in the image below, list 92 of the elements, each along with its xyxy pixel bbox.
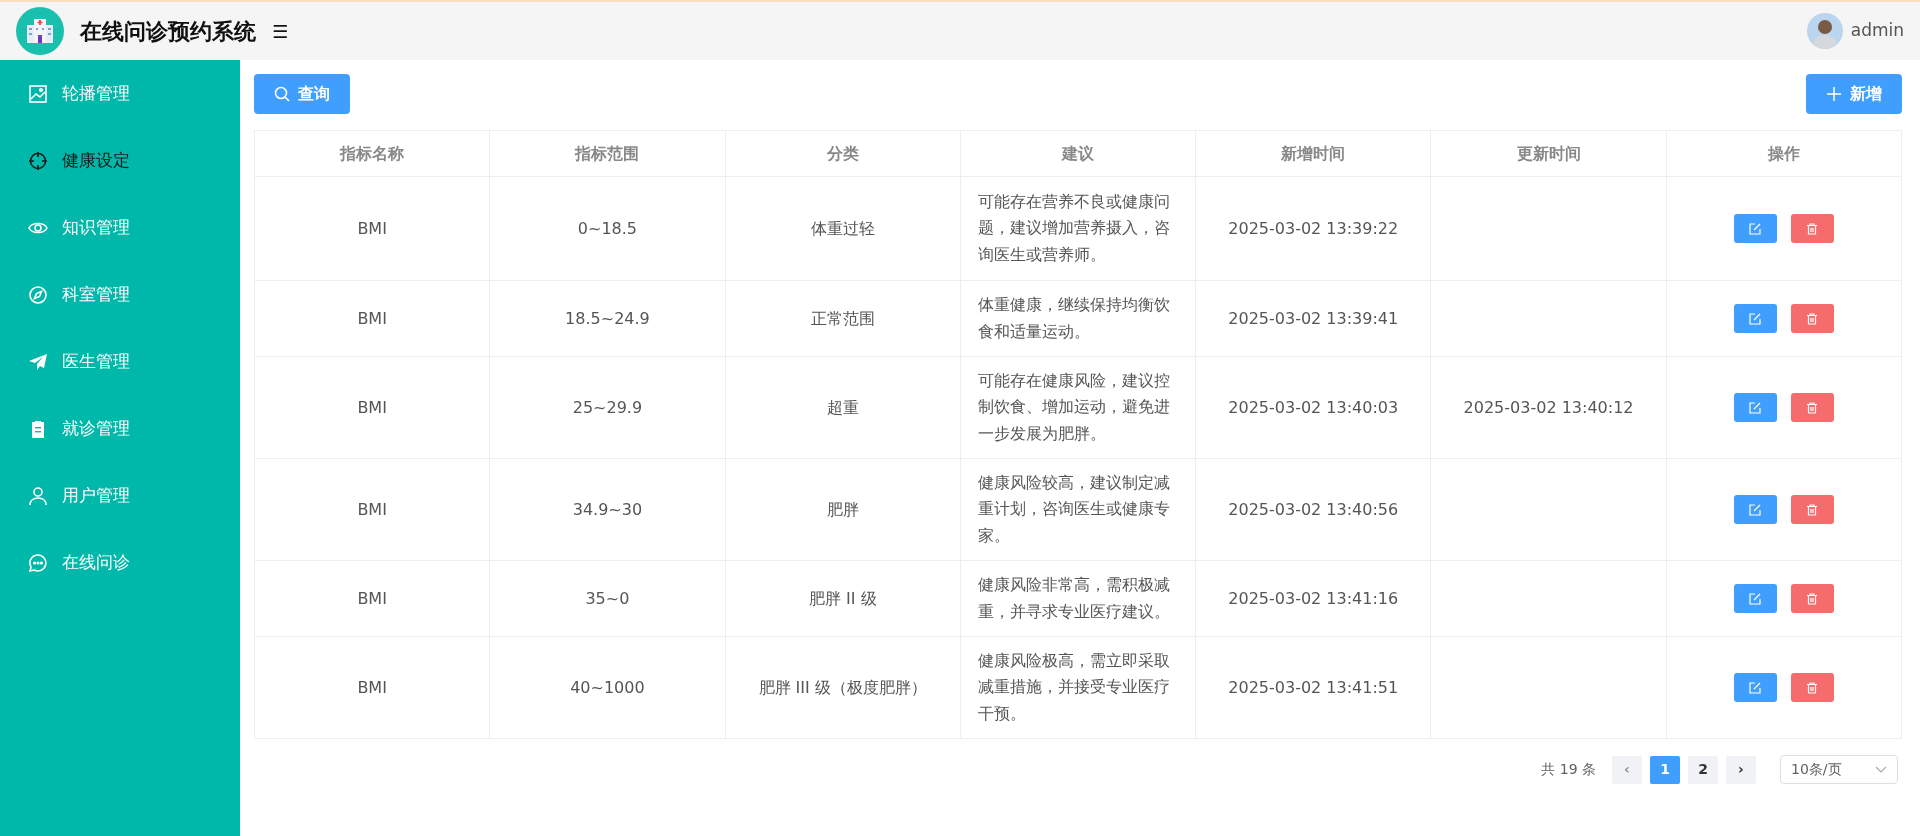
table-cell-text: 可能存在营养不良或健康问题，建议增加营养摄入，咨询医生或营养师。 (978, 190, 1171, 266)
table-cell: 2025-03-02 13:39:41 (1228, 308, 1399, 328)
table-cell: 25~29.9 (572, 397, 643, 417)
delete-button[interactable] (1790, 584, 1834, 613)
sidebar-item[interactable]: 科室管理 (0, 261, 240, 328)
table-cell: 18.5~24.9 (565, 308, 650, 328)
edit-icon (1749, 401, 1762, 414)
column-header: 操作 (1666, 130, 1902, 177)
delete-button[interactable] (1790, 495, 1834, 524)
trash-icon (1806, 222, 1819, 235)
edit-button[interactable] (1733, 584, 1777, 613)
table-cell: 40~1000 (570, 677, 645, 697)
paper-plane-icon (28, 351, 48, 372)
column-header: 指标范围 (489, 130, 726, 177)
table-cell: 35~0 (585, 588, 630, 608)
trash-icon (1806, 503, 1819, 516)
edit-icon (1749, 681, 1762, 694)
hospital-logo (16, 7, 64, 55)
delete-button[interactable] (1790, 214, 1834, 243)
table-cell: 2025-03-02 13:40:12 (1463, 397, 1634, 417)
avatar[interactable] (1806, 13, 1843, 49)
table-cell-text: 健康风险极高，需立即采取减重措施，并接受专业医疗干预。 (978, 649, 1171, 725)
table-cell: 超重 (826, 397, 859, 417)
table-cell: 2025-03-02 13:41:51 (1228, 677, 1399, 697)
trash-icon (1806, 312, 1819, 325)
sidebar-item[interactable]: 轮播管理 (0, 60, 240, 127)
trash-icon (1806, 592, 1819, 605)
delete-button[interactable] (1790, 673, 1834, 702)
add-button[interactable]: 新增 (1806, 74, 1902, 114)
table-cell: 0~18.5 (577, 218, 638, 238)
total-count: 共 19 条 (1541, 760, 1596, 779)
compass-icon (28, 284, 48, 305)
edit-icon (1749, 503, 1762, 516)
chevron-down-icon (1875, 765, 1887, 774)
table-cell: 2025-03-02 13:41:16 (1228, 588, 1399, 608)
table-cell: BMI (357, 499, 387, 519)
page-size-select[interactable]: 10条/页 (1780, 755, 1898, 784)
column-header: 分类 (725, 130, 961, 177)
search-button[interactable]: 查询 (254, 74, 350, 114)
edit-button[interactable] (1733, 304, 1777, 333)
sidebar-item[interactable]: 就诊管理 (0, 395, 240, 462)
column-header: 指标名称 (254, 130, 490, 177)
sidebar-item[interactable]: 健康设定 (0, 127, 240, 194)
trash-icon (1806, 401, 1819, 414)
edit-button[interactable] (1733, 673, 1777, 702)
table-cell-text: 体重健康，继续保持均衡饮食和适量运动。 (978, 294, 1171, 343)
table-cell: 肥胖 (826, 499, 859, 519)
page-button[interactable]: 2 (1688, 755, 1718, 784)
menu-toggle[interactable]: ☰ (272, 17, 289, 45)
table-cell: 肥胖 III 级（极度肥胖） (758, 677, 927, 697)
image-icon (28, 83, 48, 104)
edit-icon (1749, 592, 1762, 605)
page-button[interactable]: 1 (1650, 755, 1680, 784)
sidebar-item[interactable]: 医生管理 (0, 328, 240, 395)
sidebar-item[interactable]: 用户管理 (0, 462, 240, 529)
table-cell-text: 健康风险非常高，需积极减重，并寻求专业医疗建议。 (978, 574, 1171, 623)
table-cell-text: 健康风险较高，建议制定减重计划，咨询医生或健康专家。 (978, 471, 1171, 547)
edit-icon (1749, 312, 1762, 325)
app-title: 在线问诊预约系统 (80, 17, 256, 46)
column-header: 更新时间 (1430, 130, 1667, 177)
delete-button[interactable] (1790, 393, 1834, 422)
edit-button[interactable] (1733, 393, 1777, 422)
table-cell: BMI (357, 218, 387, 238)
edit-button[interactable] (1733, 495, 1777, 524)
sidebar-item[interactable]: 在线问诊 (0, 529, 240, 596)
table-cell: 肥胖 II 级 (808, 588, 877, 608)
edit-button[interactable] (1733, 214, 1777, 243)
plus-icon (1826, 86, 1842, 102)
table-cell: 正常范围 (810, 308, 875, 328)
table-cell: BMI (357, 308, 387, 328)
prev-page-button[interactable]: ‹ (1612, 755, 1642, 784)
sidebar-item[interactable]: 知识管理 (0, 194, 240, 261)
table-cell: BMI (357, 397, 387, 417)
delete-button[interactable] (1790, 304, 1834, 333)
table-cell: BMI (357, 677, 387, 697)
table-cell: BMI (357, 588, 387, 608)
table-cell-text: 可能存在健康风险，建议控制饮食、增加运动，避免进一步发展为肥胖。 (978, 369, 1171, 445)
chat-icon (28, 552, 48, 573)
user-name[interactable]: admin (1850, 18, 1904, 44)
user-icon (28, 485, 48, 506)
table-cell: 34.9~30 (572, 499, 643, 519)
column-header: 建议 (960, 130, 1196, 177)
table-cell: 2025-03-02 13:39:22 (1228, 218, 1399, 238)
crosshair-icon (28, 150, 48, 171)
table-cell: 2025-03-02 13:40:56 (1228, 499, 1399, 519)
table-cell: 2025-03-02 13:40:03 (1228, 397, 1399, 417)
table-cell: 体重过轻 (810, 218, 875, 238)
edit-icon (1749, 222, 1762, 235)
trash-icon (1806, 681, 1819, 694)
search-icon (274, 86, 290, 102)
next-page-button[interactable]: › (1726, 755, 1756, 784)
column-header: 新增时间 (1195, 130, 1431, 177)
